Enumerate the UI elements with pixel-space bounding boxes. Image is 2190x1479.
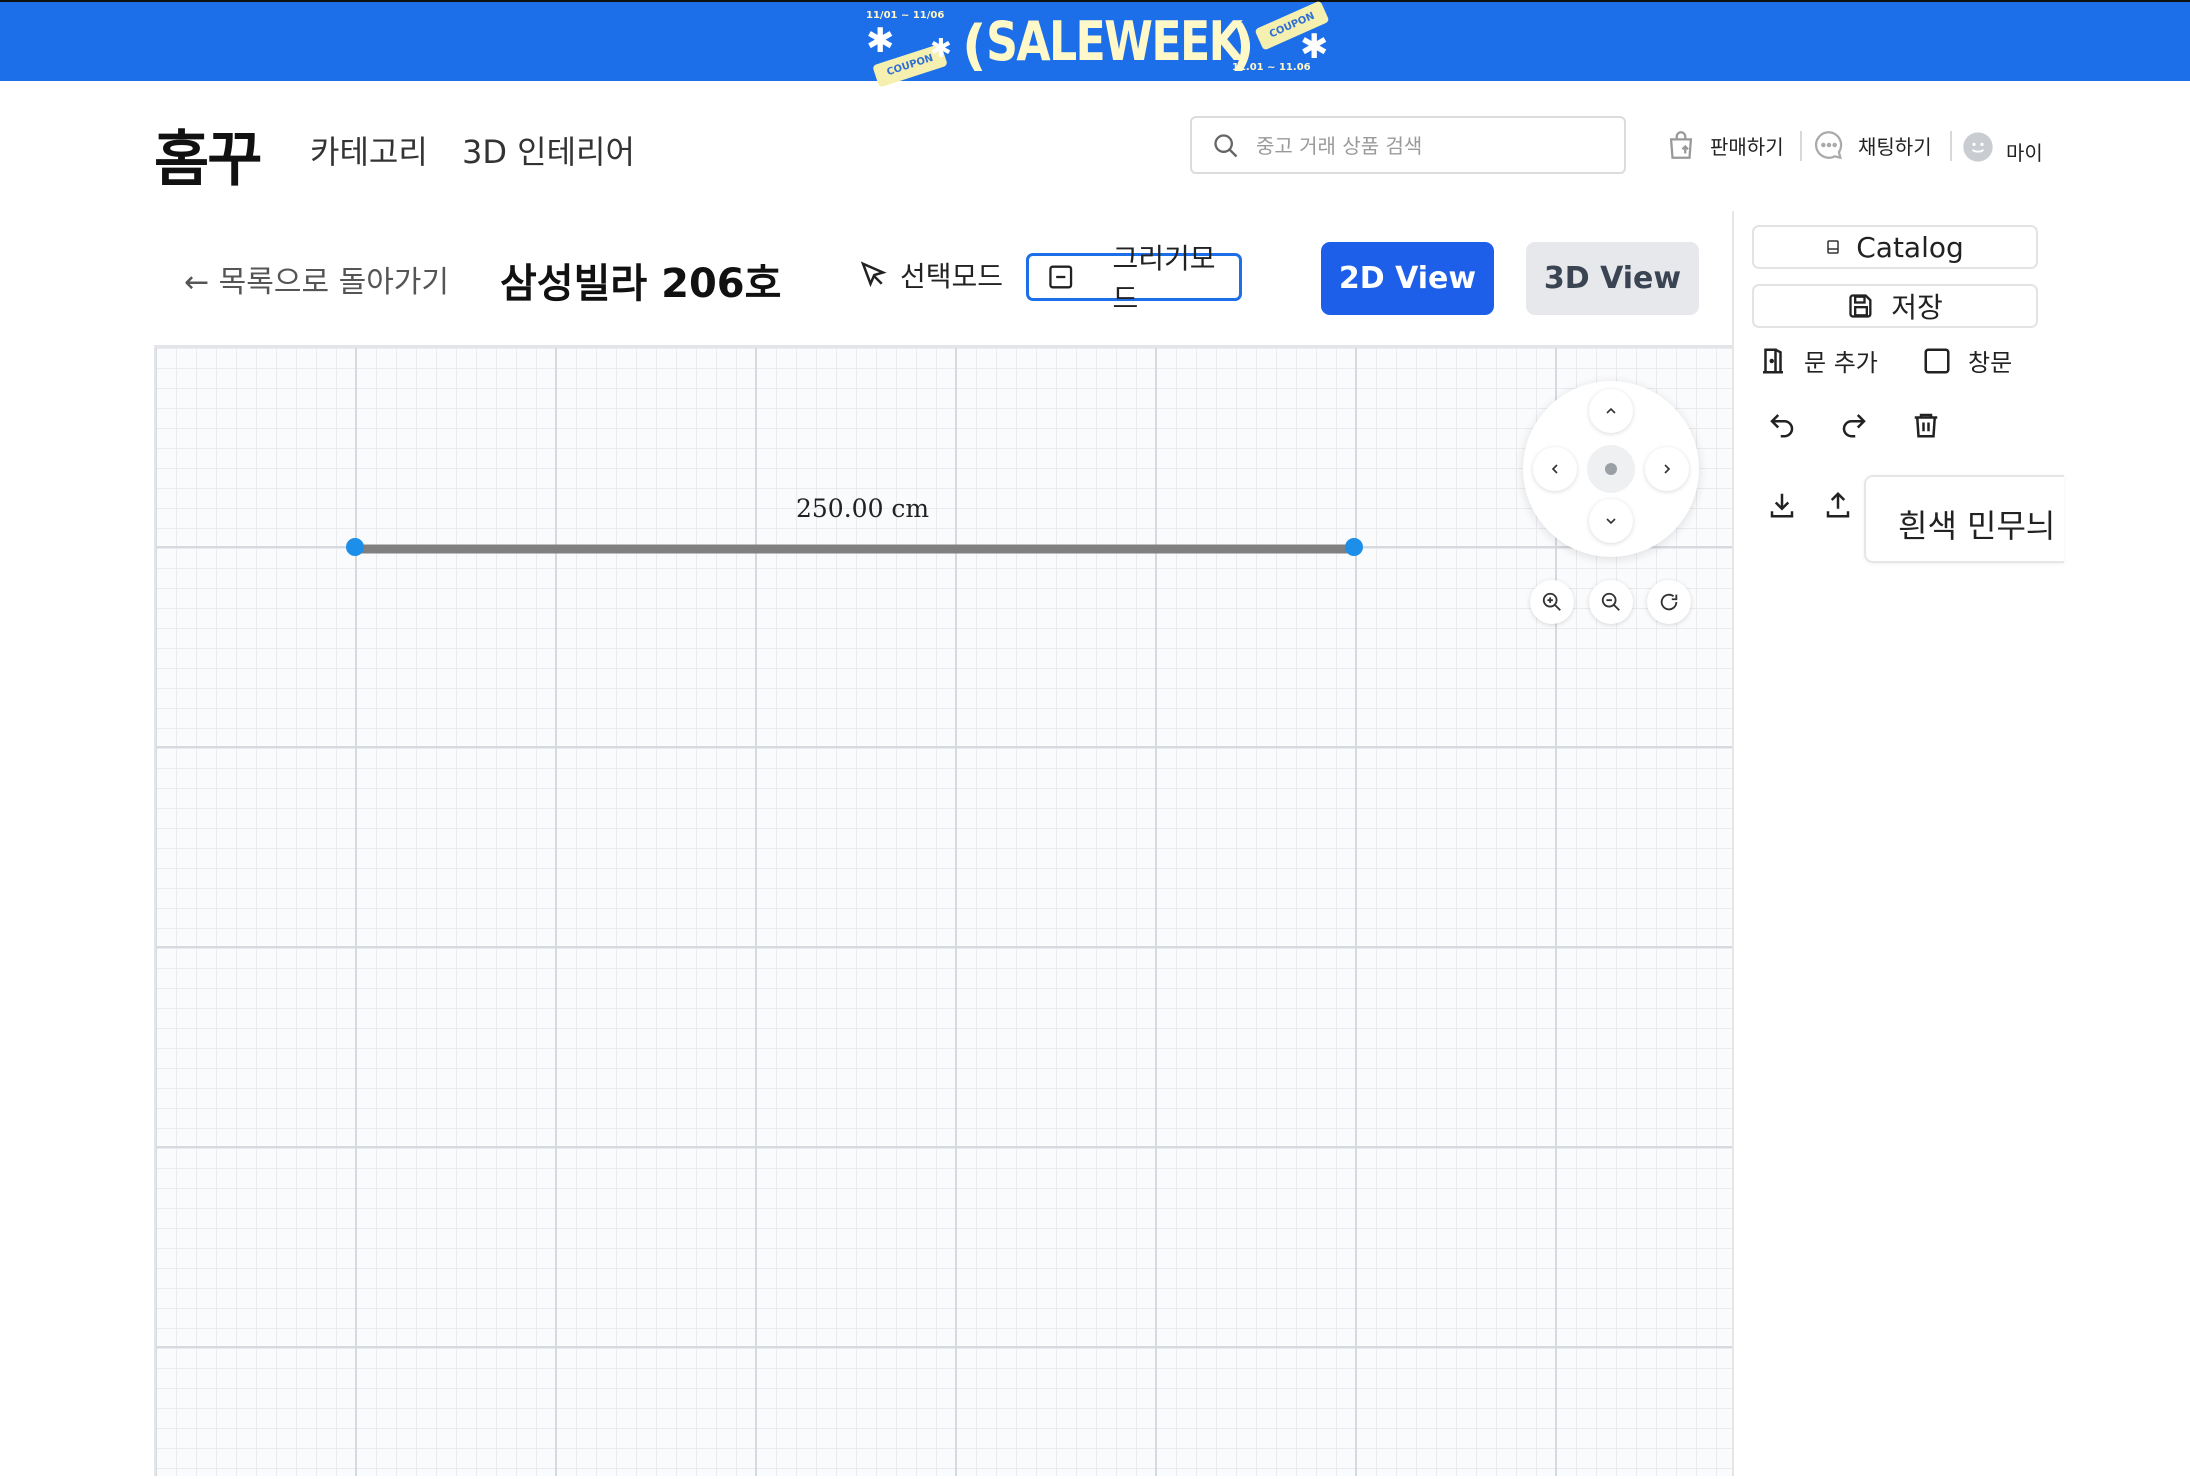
draw-mode-label: 그리기모드 [1112,242,1216,315]
editor-toolbar: ← 목록으로 돌아가기 삼성빌라 206호 선택모드 그리기모드 2D View… [0,211,1732,344]
center-dot-icon [1605,463,1617,475]
chat-button[interactable]: 채팅하기 [1812,127,1932,163]
redo-button[interactable] [1834,405,1874,445]
material-selector[interactable]: 흰색 민무늬 [1864,475,2064,563]
download-button[interactable] [1762,485,1802,525]
zoom-out-button[interactable] [1589,580,1633,624]
select-mode-button[interactable]: 선택모드 [858,255,1003,295]
pan-control [1523,381,1699,557]
header-divider [1950,131,1952,161]
material-label: 흰색 민무늬 [1898,507,2056,545]
my-label: 마이 [2006,140,2043,165]
nav-category[interactable]: 카테고리 [310,127,428,173]
search-box[interactable] [1190,116,1626,174]
window-square-icon [1924,348,1950,373]
trash-icon [1914,413,1938,438]
my-button[interactable]: 마이 [1962,129,2043,165]
save-button[interactable]: 저장 [1752,284,2038,328]
sell-label: 판매하기 [1710,134,1784,159]
wall-length-label: 250.00 cm [796,494,930,523]
shopping-bag-icon [1669,131,1693,159]
catalog-button[interactable]: Catalog [1752,225,2038,269]
add-window-button[interactable]: 창문 [1922,343,2012,378]
back-to-list-link[interactable]: ← 목록으로 돌아가기 [184,257,449,301]
project-title: 삼성빌라 206호 [500,261,782,307]
add-door-button[interactable]: 문 추가 [1758,343,1878,378]
view-2d-button[interactable]: 2D View [1321,242,1494,315]
add-door-label: 문 추가 [1804,349,1878,377]
site-logo[interactable]: 홈꾸 [154,111,262,198]
banner-title: SALEWEEK [986,10,1243,73]
wall-layer [346,538,1363,556]
banner-date: 11.01 ~ 11.06 [1232,62,1311,73]
upload-button[interactable] [1818,485,1858,525]
undo-button[interactable] [1762,405,1802,445]
wall-start-handle[interactable] [346,538,364,556]
redo-icon [1842,414,1866,438]
sale-week-graphic: 11/01 ~ 11/06 ✱ COUPON ✱ ( SALEWEEK ) CO… [860,0,1340,88]
header-divider [1800,131,1802,161]
delete-button[interactable] [1906,405,1946,445]
site-header: 홈꾸 카테고리 3D 인테리어 판매하기 채팅하기 마이 [0,81,2190,211]
nav-3d-interior[interactable]: 3D 인테리어 [462,127,635,173]
chat-bubble-icon [1814,131,1843,160]
pan-right-button[interactable] [1645,447,1689,491]
smiley-avatar-icon [1963,132,1993,162]
pan-left-button[interactable] [1533,447,1577,491]
flower-icon: ✱ [866,21,895,61]
chat-label: 채팅하기 [1858,134,1932,159]
promo-banner[interactable]: 11/01 ~ 11/06 ✱ COUPON ✱ ( SALEWEEK ) CO… [0,0,2190,88]
undo-icon [1770,414,1794,438]
cursor-arrow-icon [860,261,887,288]
pan-center-button[interactable] [1587,445,1635,493]
add-window-label: 창문 [1968,349,2013,377]
banner-top-note: 11/01 ~ 11/06 [866,10,945,21]
draw-mode-button[interactable]: 그리기모드 [1026,242,1242,315]
draw-box-icon [1049,265,1073,289]
save-label: 저장 [1891,291,1943,324]
chevron-down-icon [1606,518,1616,525]
view-3d-button[interactable]: 3D View [1526,242,1699,315]
download-icon [1770,493,1794,518]
pan-down-button[interactable] [1589,499,1633,543]
floppy-disk-icon [1849,294,1872,318]
floorplan-canvas[interactable]: 250.00 cm [154,345,1732,1476]
chevron-right-icon [1664,464,1671,474]
search-input[interactable] [1256,130,1606,162]
catalog-label: Catalog [1856,230,1964,264]
zoom-in-button[interactable] [1530,580,1574,624]
flower-icon: ✱ [930,34,952,64]
chevron-left-icon [1551,464,1558,474]
flower-icon: ✱ [1300,27,1329,67]
search-icon [1214,134,1238,158]
select-mode-label: 선택모드 [900,260,1004,293]
sell-button[interactable]: 판매하기 [1664,127,1784,163]
editor-sidebar: Catalog 저장 문 추가 창문 흰색 민무늬 [1732,211,2190,1476]
zoom-out-icon [1601,592,1620,611]
upload-icon [1826,491,1850,518]
chevron-up-icon [1606,407,1616,414]
door-icon [1763,348,1783,373]
pan-up-button[interactable] [1589,389,1633,433]
wall-end-handle[interactable] [1345,538,1363,556]
banner-paren-left: ( [962,14,987,77]
reset-view-button[interactable] [1647,580,1691,624]
zoom-in-icon [1542,592,1561,611]
refresh-icon [1660,593,1678,611]
catalog-icon [1827,240,1839,254]
